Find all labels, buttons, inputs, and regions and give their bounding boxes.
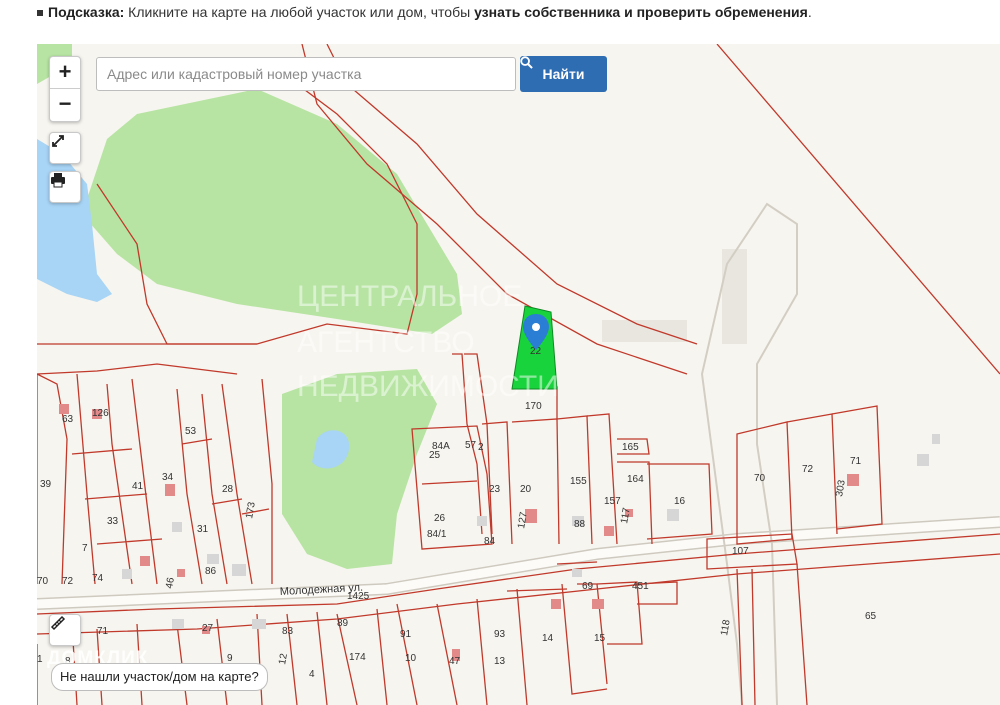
parcel-number-label: 7 <box>82 543 88 554</box>
parcel-number-label: 84 <box>484 536 496 547</box>
hint-end: . <box>807 4 812 20</box>
parcel-number-label: 157 <box>604 496 621 507</box>
parcel-number-label: 165 <box>622 442 639 453</box>
printer-icon <box>51 173 65 188</box>
parcel-number-label: 65 <box>865 611 877 622</box>
parcel-number-label: 13 <box>494 656 506 667</box>
parcel-number-label: 12 <box>277 652 290 665</box>
path-road <box>700 202 798 705</box>
expand-icon <box>52 135 64 147</box>
parcel-number-label: 69 <box>582 581 594 592</box>
parcel-number-label: 46 <box>164 576 177 589</box>
parcel-number-label: 164 <box>627 474 644 485</box>
parcel-number-label: 88 <box>574 519 586 530</box>
hint-bar: Подсказка: Кликните на карте на любой уч… <box>37 4 812 20</box>
parcel-number-label: 86 <box>205 566 217 577</box>
parcel-number-label: 84/1 <box>427 529 447 540</box>
parcel-number-label: 127 <box>516 511 530 530</box>
search-button[interactable]: Найти <box>520 56 607 92</box>
watermark-text: АГЕНТСТВО <box>297 326 475 359</box>
cadastral-map[interactable]: ЦЕНТРАЛЬНОЕ АГЕНТСТВО НЕДВИЖИМОСТИ Молод… <box>37 44 1000 705</box>
parcel-number-label: 47 <box>449 656 461 667</box>
parcel-number-label: 2 <box>478 442 484 453</box>
parcel-number-label: 72 <box>802 464 814 475</box>
parcel-number-label: 4 <box>309 669 315 680</box>
parcel-number-label: 451 <box>632 581 649 592</box>
search-icon <box>520 56 533 69</box>
parcel-number-label: 70 <box>37 576 49 587</box>
parcel-number-label: 34 <box>162 472 174 483</box>
zoom-control[interactable]: + − <box>49 56 81 122</box>
parcel-number-label: 174 <box>349 652 366 663</box>
parcel-number-label: 70 <box>754 473 766 484</box>
parcel-number-label: 93 <box>494 629 506 640</box>
parcel-number-label: 91 <box>400 629 412 640</box>
map-canvas[interactable]: ЦЕНТРАЛЬНОЕ АГЕНТСТВО НЕДВИЖИМОСТИ Молод… <box>37 44 1000 705</box>
parcel-number-label: 31 <box>197 524 209 535</box>
parcel-number-label: 303 <box>834 479 848 498</box>
measure-button[interactable] <box>49 614 81 646</box>
parcel-number-label: 23 <box>489 484 501 495</box>
hint-label: Подсказка: <box>48 4 125 20</box>
search-input[interactable] <box>96 57 516 91</box>
parcel-number-label: 15 <box>594 633 606 644</box>
print-button[interactable] <box>49 171 81 203</box>
parcel-number-label: 117 <box>619 506 633 524</box>
parcel-number-label: 118 <box>719 618 733 636</box>
parcel-number-label: 71 <box>97 626 109 637</box>
parcel-number-label: 107 <box>732 546 749 557</box>
parcel-number-label: 28 <box>222 484 234 495</box>
search-button-label: Найти <box>542 66 585 82</box>
parcel-number-label: 83 <box>282 626 294 637</box>
parcel-number-label: 89 <box>337 618 349 629</box>
parcel-number-label: 10 <box>405 653 417 664</box>
parcel-number-label: 16 <box>674 496 686 507</box>
parcel-number-label: 1425 <box>347 591 370 602</box>
hint-bullet-icon <box>37 10 43 17</box>
hint-text: Кликните на карте на любой участок или д… <box>124 4 475 20</box>
hint-emphasis: узнать собственника и проверить обремене… <box>474 4 808 20</box>
parcel-number-label: 57 <box>465 440 477 451</box>
parcel-number-label: 27 <box>202 623 214 634</box>
parcel-number-label: 84А <box>432 441 450 452</box>
parcel-number-label: 26 <box>434 513 446 524</box>
parcel-number-label: 20 <box>520 484 532 495</box>
parcel-number-label: 1 <box>37 654 43 665</box>
parcel-number-label: 72 <box>62 576 74 587</box>
ruler-icon <box>50 615 66 631</box>
parcel-number-label: 170 <box>525 401 542 412</box>
parcel-number-label: 41 <box>132 481 144 492</box>
parcel-number-label: 33 <box>107 516 119 527</box>
parcel-number-label: 53 <box>185 426 197 437</box>
parcel-number-label: 71 <box>850 456 862 467</box>
parcel-number-label: 14 <box>542 633 554 644</box>
parcel-number-label: 155 <box>570 476 587 487</box>
parcel-number-label: 126 <box>92 408 109 419</box>
not-found-link[interactable]: Не нашли участок/дом на карте? <box>51 663 268 691</box>
parcel-number-label: 173 <box>244 501 258 520</box>
parcel-number-label: 39 <box>40 479 52 490</box>
watermark-text: ЦЕНТРАЛЬНОЕ <box>297 280 522 313</box>
parcel-number-label: 63 <box>62 414 74 425</box>
fullscreen-button[interactable] <box>49 132 81 164</box>
watermark-text: НЕДВИЖИМОСТИ <box>297 370 559 403</box>
zoom-in-button[interactable]: + <box>50 57 80 89</box>
zoom-out-button[interactable]: − <box>50 89 80 120</box>
parcel-number-label: 74 <box>92 573 104 584</box>
